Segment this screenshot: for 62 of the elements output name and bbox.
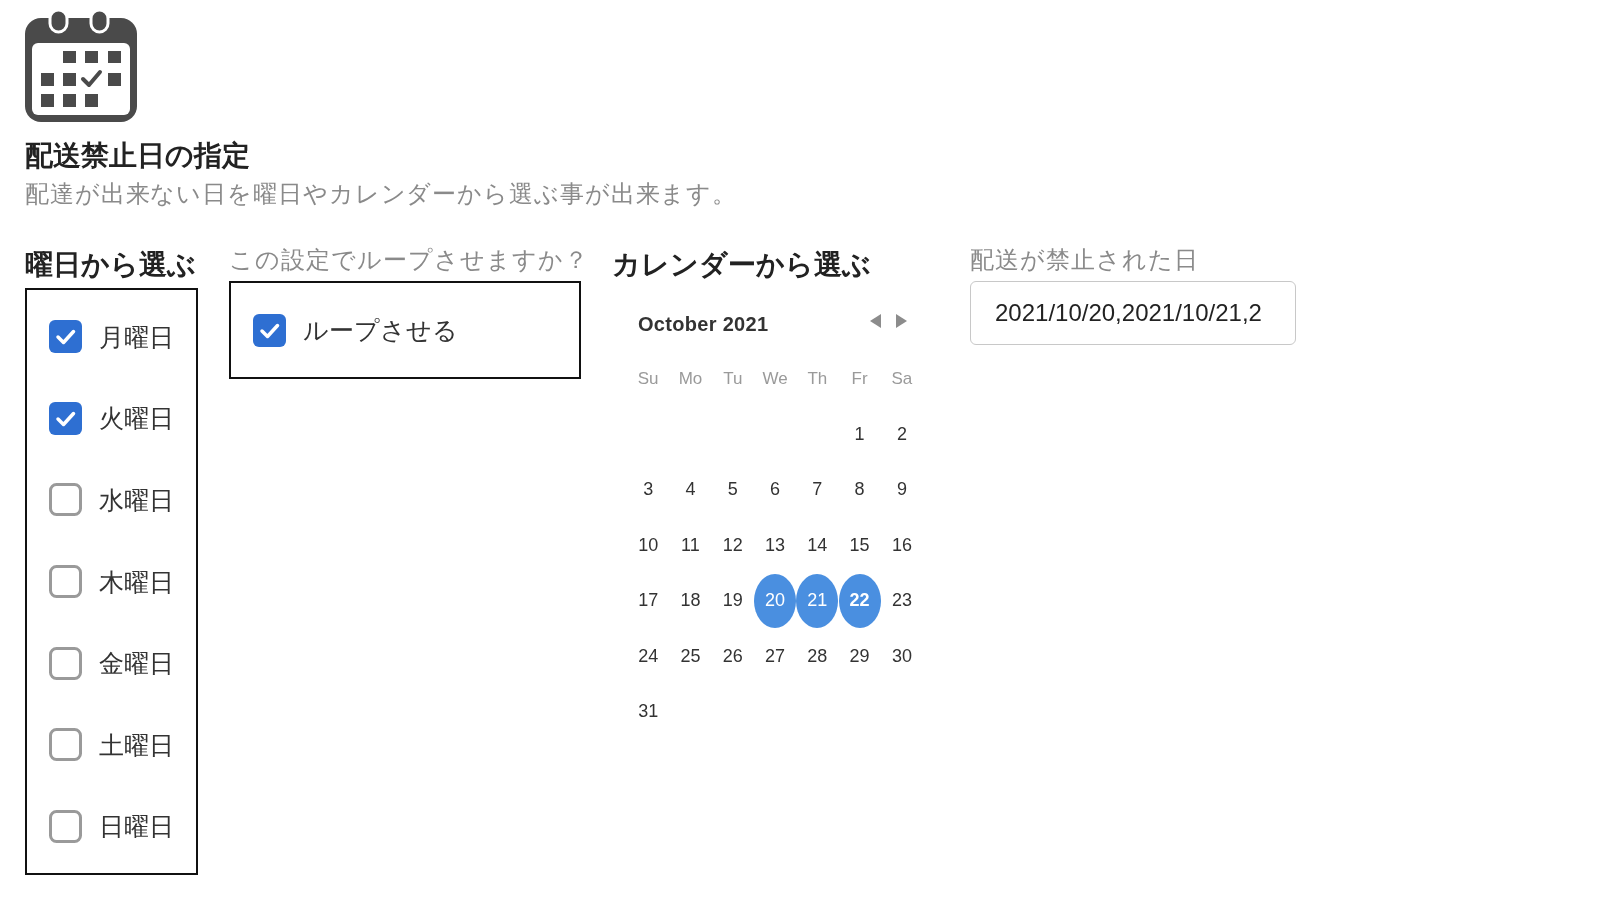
weekday-header: Mo (678, 368, 703, 389)
calendar-day[interactable]: 19 (711, 573, 754, 628)
date-input-field[interactable]: 2021/10/20,2021/10/21,2 (970, 281, 1296, 345)
checkbox[interactable] (49, 320, 82, 354)
caret-right-icon[interactable] (896, 314, 907, 328)
checkbox[interactable] (49, 401, 82, 435)
calendar-day[interactable]: 30 (880, 629, 923, 684)
weekday-header: Th (807, 368, 828, 389)
checkbox[interactable] (49, 646, 82, 680)
calendar-day[interactable]: 6 (754, 462, 797, 517)
calendar-day[interactable]: 4 (669, 462, 712, 517)
section-heading: 曜日から選ぶ (25, 248, 196, 282)
weekday-header: Tu (723, 368, 743, 389)
checkbox[interactable] (49, 728, 82, 762)
calendar-day[interactable]: 13 (754, 518, 797, 573)
calendar-day[interactable]: 12 (711, 518, 754, 573)
weekday-header: Sa (891, 368, 913, 389)
page-description: 配達が出来ない日を曜日やカレンダーから選ぶ事が出来ます。 (25, 179, 738, 209)
caret-left-icon[interactable] (870, 314, 881, 328)
checkbox-label: ループさせる (303, 315, 458, 346)
page-title: 配送禁止日の指定 (25, 139, 250, 173)
calendar-day[interactable]: 3 (627, 462, 670, 517)
checkbox-label: 日曜日 (99, 811, 174, 843)
loop-question: この設定でループさせますか？ (229, 245, 589, 275)
calendar-day[interactable]: 2 (880, 407, 923, 462)
calendar-day[interactable]: 25 (669, 629, 712, 684)
calendar-day[interactable]: 23 (880, 573, 923, 628)
checkbox-label: 土曜日 (99, 729, 174, 761)
checkbox[interactable] (49, 809, 82, 843)
calendar-day[interactable]: 11 (669, 518, 712, 573)
checkbox[interactable] (253, 313, 286, 347)
calendar-day[interactable]: 26 (711, 629, 754, 684)
checkbox-label: 金曜日 (99, 648, 174, 680)
section-heading: カレンダーから選ぶ (612, 248, 871, 282)
calendar-day[interactable]: 7 (796, 462, 839, 517)
checkbox[interactable] (49, 483, 82, 517)
field-label: 配送が禁止された日 (970, 245, 1199, 275)
calendar-day[interactable]: 1 (838, 407, 881, 462)
checkbox-label: 木曜日 (99, 566, 174, 598)
checkbox-label: 月曜日 (99, 321, 174, 353)
calendar-day[interactable]: 17 (627, 573, 670, 628)
calendar-icon (25, 10, 137, 122)
weekday-header: We (762, 368, 788, 389)
calendar-day[interactable]: 18 (669, 573, 712, 628)
calendar-day[interactable]: 10 (627, 518, 670, 573)
calendar-day[interactable]: 31 (627, 684, 670, 739)
weekday-header: Fr (851, 368, 868, 389)
calendar-day[interactable]: 15 (838, 518, 881, 573)
calendar-day[interactable]: 16 (880, 518, 923, 573)
month-label: October 2021 (638, 312, 769, 336)
calendar-day[interactable]: 29 (838, 629, 881, 684)
calendar-day[interactable]: 9 (880, 462, 923, 517)
calendar-day[interactable]: 28 (796, 629, 839, 684)
calendar-day[interactable]: 5 (711, 462, 754, 517)
checkbox-label: 火曜日 (99, 403, 174, 435)
calendar-day[interactable]: 27 (754, 629, 797, 684)
calendar-day[interactable]: 14 (796, 518, 839, 573)
checkbox-label: 水曜日 (99, 485, 174, 516)
weekday-header: Su (637, 368, 659, 389)
calendar-day[interactable]: 8 (838, 462, 881, 517)
calendar-day[interactable]: 24 (627, 629, 670, 684)
checkbox[interactable] (49, 565, 82, 599)
